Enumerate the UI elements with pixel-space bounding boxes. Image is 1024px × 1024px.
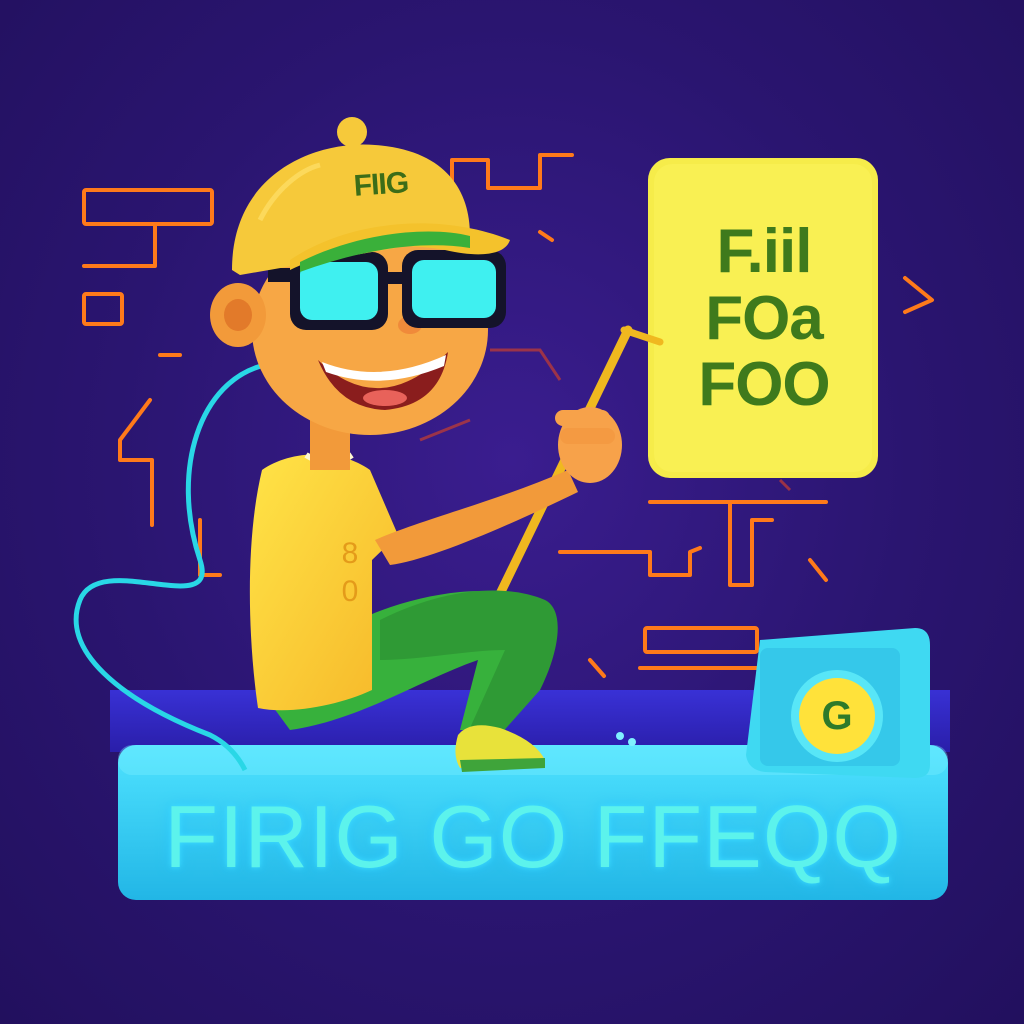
sign-line-3: FOO (698, 350, 830, 420)
circuit-line-1 (82, 224, 157, 268)
circuit-box-1 (82, 188, 214, 226)
circuit-line-3 (538, 230, 554, 242)
shirt-line-1: 8 (341, 537, 359, 570)
cap-text: FIIG (352, 166, 410, 203)
arm (375, 470, 578, 565)
circuit-line-13 (808, 558, 828, 582)
illustration-scene: FIIG F.iil FOa FOO 8 0 G FIRIG GO FFEQQ (0, 0, 1024, 1024)
circuit-box-3 (643, 626, 759, 654)
circuit-line-11 (903, 276, 934, 314)
cap-button (337, 117, 367, 147)
shirt-text: 8 0 (330, 535, 370, 610)
circuit-line-12 (588, 658, 606, 678)
sign-line-1: F.iil (716, 216, 813, 286)
banner-title: FIRIG GO FFEQQ (164, 787, 902, 886)
badge-text: G (821, 693, 853, 738)
circuit-box-2 (82, 292, 124, 326)
circuit-line-8 (728, 500, 774, 587)
sign-text: F.iil FOa FOO (650, 160, 878, 478)
circuit-line-2 (450, 153, 574, 198)
circuit-line-5 (118, 398, 154, 527)
circuit-line-9 (558, 546, 702, 577)
sign-line-2: FOa (705, 283, 824, 353)
shirt-line-2: 0 (341, 574, 359, 608)
